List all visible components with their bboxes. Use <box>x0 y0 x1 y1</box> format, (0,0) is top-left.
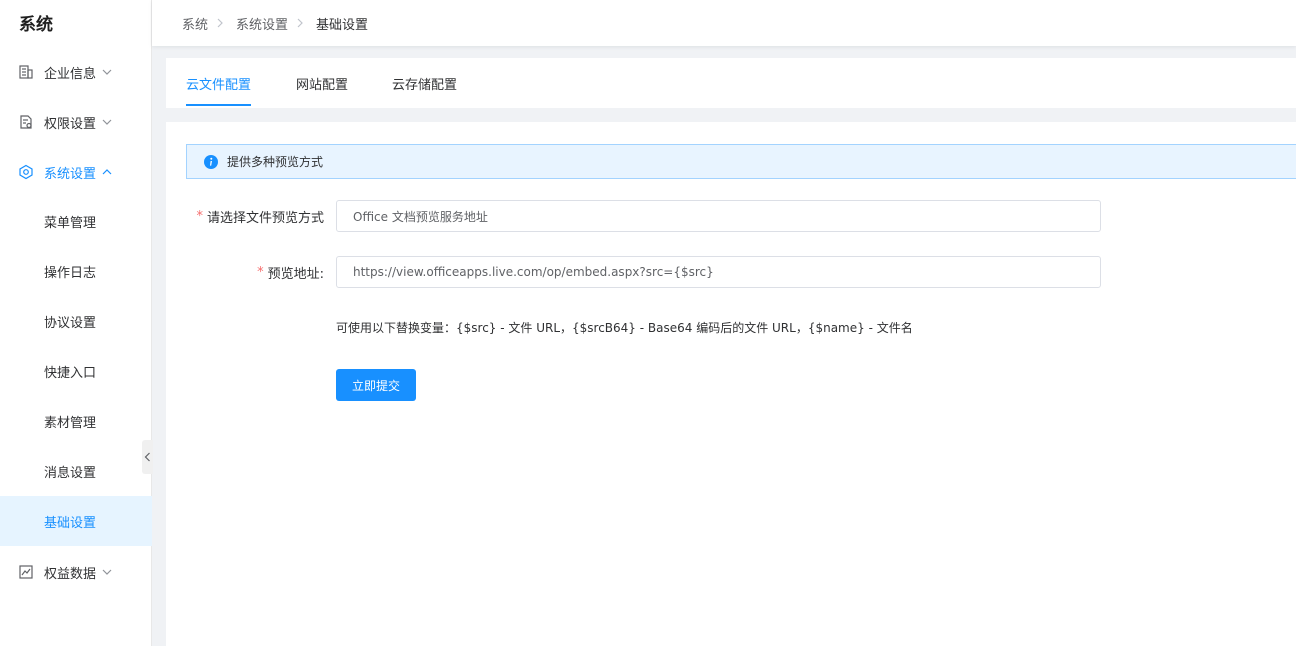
label-text: 预览地址: <box>267 266 324 282</box>
chevron-left-icon <box>144 452 150 462</box>
preview-mode-input[interactable] <box>336 200 1101 232</box>
breadcrumb: 系统 系统设置 基础设置 <box>152 0 1296 46</box>
variables-hint: 可使用以下替换变量：{$src} - 文件 URL，{$srcB64} - Ba… <box>336 321 913 335</box>
breadcrumb-item-system[interactable]: 系统 <box>182 14 208 33</box>
menu-label: 企业信息 <box>44 66 97 82</box>
menu-label: 权限设置 <box>44 116 97 132</box>
settings-hex-icon <box>18 164 34 180</box>
menu-enterprise-info[interactable]: 企业信息 <box>0 47 152 97</box>
sidebar-title: 系统 <box>19 15 53 35</box>
label-text: 请选择文件预览方式 <box>206 210 324 226</box>
sidebar-item-operation-log[interactable]: 操作日志 <box>0 246 152 296</box>
sidebar-item-basic-settings[interactable]: 基础设置 <box>0 496 152 546</box>
tab-cloud-file-config[interactable]: 云文件配置 <box>186 58 252 108</box>
sidebar-item-agreement-settings[interactable]: 协议设置 <box>0 296 152 346</box>
preview-url-label: * 预览地址: <box>257 256 324 288</box>
info-alert: 提供多种预览方式 <box>186 144 1296 179</box>
submit-button[interactable]: 立即提交 <box>336 369 416 401</box>
breadcrumb-item-system-settings[interactable]: 系统设置 <box>236 14 288 33</box>
preview-mode-label: * 请选择文件预览方式 <box>196 200 324 232</box>
chevron-down-icon <box>102 67 112 77</box>
menu-benefit-data[interactable]: 权益数据 <box>0 547 152 597</box>
sidebar-item-quick-entry[interactable]: 快捷入口 <box>0 346 152 396</box>
preview-url-input[interactable] <box>336 256 1101 288</box>
chevron-down-icon <box>102 567 112 577</box>
chart-line-icon <box>18 564 34 580</box>
chevron-right-icon <box>296 17 308 29</box>
required-mark: * <box>196 208 203 224</box>
breadcrumb-item-basic-settings: 基础设置 <box>316 17 369 33</box>
menu-permission-settings[interactable]: 权限设置 <box>0 97 152 147</box>
sidebar: 系统 企业信息 权限设置 系统设置 菜单管理 操作日志 协议设置 快捷入口 素材… <box>0 0 153 646</box>
menu-system-settings[interactable]: 系统设置 <box>0 147 152 197</box>
tabs-bar: 云文件配置 网站配置 云存储配置 <box>166 58 1296 108</box>
sidebar-item-menu-management[interactable]: 菜单管理 <box>0 196 152 246</box>
info-icon <box>204 154 218 169</box>
required-mark: * <box>257 264 264 280</box>
tab-website-config[interactable]: 网站配置 <box>296 58 348 108</box>
building-icon <box>18 64 34 80</box>
sidebar-item-material-management[interactable]: 素材管理 <box>0 396 152 446</box>
tab-cloud-storage-config[interactable]: 云存储配置 <box>392 58 457 108</box>
sidebar-item-message-settings[interactable]: 消息设置 <box>0 446 152 496</box>
menu-label: 权益数据 <box>44 566 97 582</box>
sidebar-collapse-handle[interactable] <box>142 440 153 474</box>
alert-text: 提供多种预览方式 <box>227 155 324 169</box>
chevron-down-icon <box>102 117 112 127</box>
chevron-right-icon <box>216 17 228 29</box>
form-card: 提供多种预览方式 * 请选择文件预览方式 * 预览地址: 可使用以下替换变量：{… <box>166 122 1296 646</box>
chevron-up-icon <box>102 167 112 177</box>
permission-doc-icon <box>18 114 34 130</box>
menu-label: 系统设置 <box>44 166 97 182</box>
